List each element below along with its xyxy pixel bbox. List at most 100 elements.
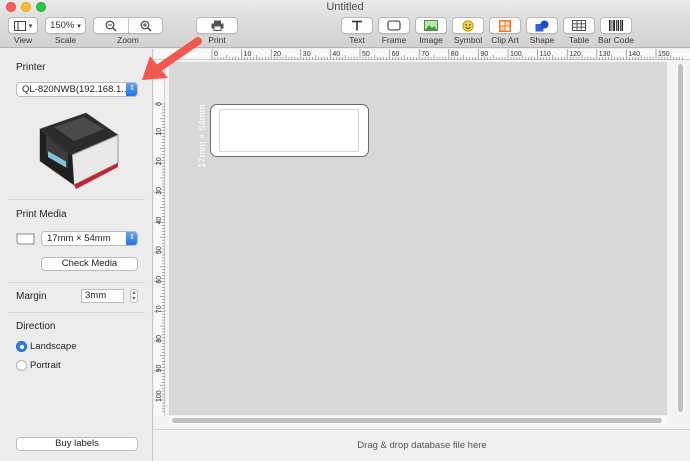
label-media-icon: [16, 233, 35, 245]
toolbar: ▾ View 150% ▾ Scale Zoom Print Text Fram…: [0, 14, 690, 48]
ruler-label: 50: [362, 51, 370, 58]
clip-art-icon: [499, 19, 511, 32]
vertical-scrollbar[interactable]: [677, 62, 685, 415]
ruler-label: 30: [156, 187, 163, 195]
ruler-label: 60: [156, 276, 163, 284]
portrait-label: Portrait: [30, 360, 61, 371]
zoom-out-button[interactable]: [94, 18, 128, 33]
printer-section-title: Printer: [16, 62, 46, 73]
ruler-label: 0: [214, 51, 218, 58]
ruler-label: 70: [156, 305, 163, 313]
print-media-section-title: Print Media: [16, 209, 67, 220]
printer-icon: [211, 20, 223, 31]
ruler-label: 40: [332, 51, 340, 58]
barcode-tool-button[interactable]: [600, 17, 632, 34]
ruler-label: 70: [421, 51, 429, 58]
vertical-ruler: 0 10 20 30 40 50 60 70 80 90 100: [154, 60, 165, 416]
barcode-tool-label: Bar Code: [598, 35, 634, 45]
printer-popup[interactable]: QL-820NWB(192.168.1.... ⇕: [16, 82, 138, 97]
table-icon: [572, 20, 586, 31]
label-size-text: 17mm × 54mm: [197, 104, 208, 168]
vertical-scroll-thumb[interactable]: [678, 64, 683, 412]
text-icon: [352, 20, 362, 31]
portrait-radio[interactable]: [16, 360, 27, 371]
zoom-in-icon: [140, 20, 152, 31]
text-tool-label: Text: [349, 35, 365, 45]
scale-value: 150%: [50, 20, 75, 31]
horizontal-ruler-ticks: 0 10 20 30 40 50 60 70 80 90 100 110 120 130 140 150: [211, 49, 683, 60]
shape-tool-label: Shape: [529, 35, 555, 45]
chevron-down-icon: ▾: [77, 22, 81, 30]
horizontal-scroll-thumb[interactable]: [172, 418, 662, 423]
landscape-label: Landscape: [30, 341, 77, 352]
ruler-label: 60: [392, 51, 400, 58]
chevron-down-icon: ▾: [28, 22, 33, 30]
popup-arrows-icon: ⇕: [126, 83, 137, 96]
sidebar-icon: [13, 20, 26, 31]
zoom-out-icon: [105, 20, 117, 31]
clip-art-tool-button[interactable]: [489, 17, 521, 34]
printable-area: [219, 109, 359, 152]
image-icon: [424, 20, 438, 31]
scale-label: Scale: [54, 35, 77, 45]
ruler-label: 20: [156, 157, 163, 165]
ruler-label: 0: [156, 102, 163, 106]
inspector-sidebar: Printer QL-820NWB(192.168.1.... ⇕ Print …: [0, 49, 153, 461]
ruler-label: 80: [156, 335, 163, 343]
buy-labels-button[interactable]: Buy labels: [16, 437, 138, 451]
annotation-arrow-icon: [142, 37, 202, 80]
frame-tool-button[interactable]: [378, 17, 410, 34]
frame-tool-label: Frame: [381, 35, 407, 45]
check-media-button[interactable]: Check Media: [41, 257, 138, 271]
view-label: View: [13, 35, 33, 45]
ruler-label: 90: [480, 51, 488, 58]
print-media-popup[interactable]: 17mm × 54mm ⇕: [41, 231, 138, 246]
ruler-label: 90: [156, 365, 163, 373]
ruler-label: 40: [156, 217, 163, 225]
ruler-label: 100: [510, 51, 522, 58]
symbol-tool-label: Symbol: [453, 35, 483, 45]
horizontal-ruler: 0 10 20 30 40 50 60 70 80 90 100 110 120 130 140 150: [154, 49, 690, 60]
window-title: Untitled: [326, 1, 364, 13]
margin-section-title: Margin: [16, 291, 47, 302]
database-drop-zone[interactable]: Drag & drop database file here: [154, 429, 690, 461]
table-tool-button[interactable]: [563, 17, 595, 34]
print-button[interactable]: [196, 17, 238, 34]
zoom-in-button[interactable]: [129, 18, 163, 33]
barcode-icon: [609, 20, 623, 31]
text-tool-button[interactable]: [341, 17, 373, 34]
ruler-label: 120: [569, 51, 581, 58]
horizontal-scrollbar[interactable]: [169, 416, 667, 424]
image-tool-label: Image: [419, 35, 443, 45]
smiley-icon: [462, 19, 474, 32]
ruler-label: 10: [244, 51, 252, 58]
direction-section-title: Direction: [16, 321, 56, 332]
print-label: Print: [208, 35, 226, 45]
image-tool-button[interactable]: [415, 17, 447, 34]
title-bar: Untitled: [0, 0, 690, 14]
shape-tool-button[interactable]: [526, 17, 558, 34]
margin-field[interactable]: 3mm: [81, 289, 124, 303]
label-paper[interactable]: [210, 104, 369, 157]
ruler-label: 130: [599, 51, 611, 58]
printer-image: [39, 112, 119, 189]
scale-popup[interactable]: 150% ▾: [45, 17, 86, 34]
ruler-label: 140: [628, 51, 640, 58]
view-button[interactable]: ▾: [8, 17, 38, 34]
ruler-label: 20: [273, 51, 281, 58]
margin-stepper[interactable]: ▴ ▾: [130, 289, 138, 303]
vertical-ruler-ticks: 0 10 20 30 40 50 60 70 80 90 100: [154, 102, 165, 413]
ruler-label: 80: [451, 51, 459, 58]
ruler-label: 100: [156, 390, 163, 402]
zoom-segmented-control: [93, 17, 163, 34]
symbol-tool-button[interactable]: [452, 17, 484, 34]
landscape-radio[interactable]: [16, 341, 27, 352]
clip-art-tool-label: Clip Art: [491, 35, 519, 45]
ruler-label: 110: [540, 51, 551, 58]
ruler-label: 50: [156, 246, 163, 254]
popup-arrows-icon: ⇕: [126, 232, 137, 245]
ruler-label: 10: [156, 128, 163, 136]
print-media-value: 17mm × 54mm: [47, 233, 111, 244]
ruler-label: 30: [303, 51, 311, 58]
drop-zone-text: Drag & drop database file here: [357, 440, 487, 451]
